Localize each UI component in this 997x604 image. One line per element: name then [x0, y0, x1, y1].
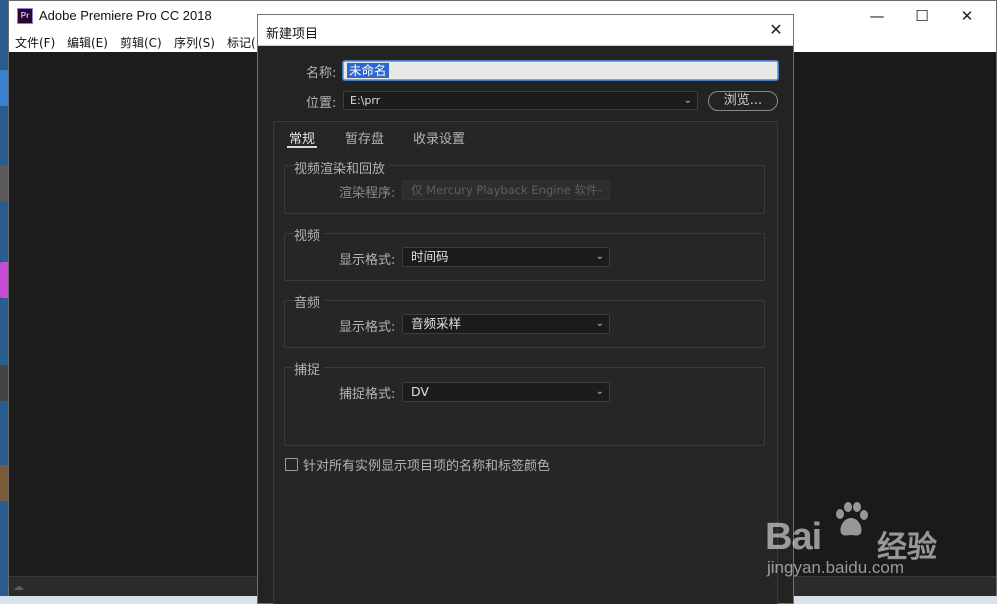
tab-ingest-settings[interactable]: 收录设置	[413, 128, 465, 147]
minimize-button[interactable]: —	[854, 1, 900, 31]
menu-sequence[interactable]: 序列(S)	[174, 34, 215, 51]
watermark-brand: Bai	[765, 516, 822, 558]
location-select[interactable]: E:\prr ⌄	[343, 91, 698, 110]
chevron-down-icon: ⌄	[683, 95, 692, 106]
tab-general[interactable]: 常规	[289, 128, 315, 147]
baidu-watermark: Bai 经验 jingyan.baidu.com	[765, 500, 945, 580]
video-group-title: 视频	[294, 225, 325, 244]
audio-display-format-label: 显示格式:	[339, 320, 396, 335]
audio-display-format-select[interactable]: 音频采样 ⌄	[402, 314, 610, 334]
capture-group-title: 捕捉	[294, 359, 325, 378]
dialog-title: 新建项目	[266, 27, 319, 42]
chevron-down-icon: ⌄	[595, 386, 604, 397]
video-display-format-value: 时间码	[411, 249, 449, 264]
video-display-format-select[interactable]: 时间码 ⌄	[402, 247, 610, 267]
project-name-input[interactable]: 未命名	[343, 61, 778, 80]
close-button[interactable]: ✕	[944, 1, 990, 31]
menu-edit[interactable]: 编辑(E)	[67, 34, 108, 51]
capture-format-value: DV	[411, 384, 429, 399]
video-display-format-label: 显示格式:	[339, 253, 396, 268]
settings-panel: 常规 暂存盘 收录设置 视频渲染和回放 渲染程序: 仅 Mercury Play…	[273, 121, 778, 604]
render-group-title: 视频渲染和回放	[294, 158, 390, 177]
renderer-select: 仅 Mercury Playback Engine 软件 ⌄	[402, 180, 610, 200]
tab-scratch-disks[interactable]: 暂存盘	[345, 128, 384, 147]
active-tab-indicator	[287, 146, 317, 148]
project-name-value: 未命名	[347, 63, 389, 78]
capture-format-select[interactable]: DV ⌄	[402, 382, 610, 402]
location-label: 位置:	[306, 96, 337, 111]
maximize-button[interactable]: ☐	[899, 1, 945, 31]
dialog-titlebar: 新建项目 ✕	[258, 15, 793, 46]
name-label: 名称:	[306, 66, 337, 81]
right-panel	[792, 52, 996, 576]
baidu-paw-icon	[836, 502, 868, 536]
new-project-dialog: 新建项目 ✕ 名称: 未命名 位置: E:\prr ⌄ 浏览... 常规 暂存盘…	[257, 14, 794, 604]
creative-cloud-icon[interactable]: ☁	[13, 580, 27, 593]
menu-file[interactable]: 文件(F)	[15, 34, 55, 51]
audio-display-format-value: 音频采样	[411, 316, 462, 331]
chevron-down-icon: ⌄	[595, 184, 604, 195]
renderer-label: 渲染程序:	[339, 186, 396, 201]
capture-group	[284, 367, 765, 446]
show-label-colors-label[interactable]: 针对所有实例显示项目项的名称和标签颜色	[303, 455, 550, 474]
dialog-close-button[interactable]: ✕	[765, 19, 787, 41]
audio-group-title: 音频	[294, 292, 325, 311]
chevron-down-icon: ⌄	[595, 318, 604, 329]
capture-format-label: 捕捉格式:	[339, 387, 396, 402]
location-value: E:\prr	[350, 94, 381, 107]
premiere-logo-icon: Pr	[17, 8, 33, 24]
renderer-value: 仅 Mercury Playback Engine 软件	[411, 183, 598, 197]
show-label-colors-checkbox[interactable]	[285, 458, 298, 471]
chevron-down-icon: ⌄	[595, 251, 604, 262]
browse-button[interactable]: 浏览...	[708, 91, 778, 111]
app-title: Adobe Premiere Pro CC 2018	[39, 8, 212, 23]
menu-clip[interactable]: 剪辑(C)	[120, 34, 162, 51]
watermark-url: jingyan.baidu.com	[767, 558, 905, 577]
menu-marker[interactable]: 标记(	[227, 34, 256, 51]
